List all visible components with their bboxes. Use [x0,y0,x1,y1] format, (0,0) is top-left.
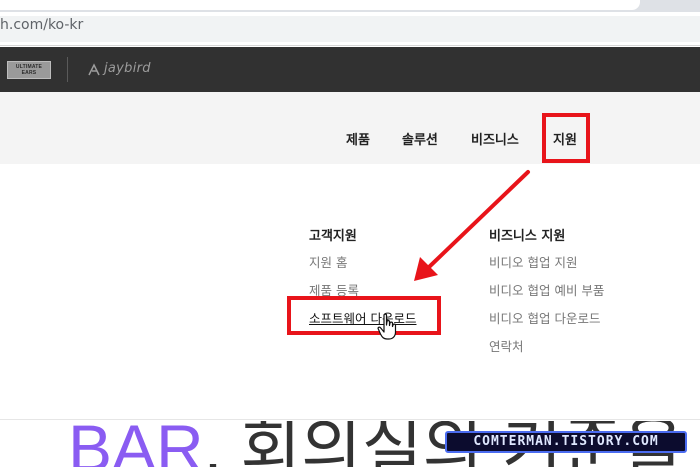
browser-tab-strip [0,0,700,12]
nav-solutions[interactable]: 솔루션 [402,129,438,148]
link-video-collab-parts[interactable]: 비디오 협업 예비 부품 [489,280,604,299]
main-nav: 제품 솔루션 비즈니스 지원 [0,92,700,164]
nav-products[interactable]: 제품 [346,129,370,148]
link-video-collab-download[interactable]: 비디오 협업 다운로드 [489,308,600,327]
nav-business[interactable]: 비즈니스 [471,129,519,148]
watermark-badge: COMTERMAN.TISTORY.COM [445,431,687,453]
hand-cursor-icon [377,313,397,340]
support-dropdown: 고객지원 지원 홈 제품 등록 소프트웨어 다운로드 비즈니스 지원 비디오 협… [0,164,700,420]
brand-bar: ULTIMATE EARS jaybird [0,47,700,92]
highlight-box-support [542,113,590,163]
jaybird-logo-text[interactable]: jaybird [104,61,151,76]
customer-support-heading: 고객지원 [309,229,357,244]
highlight-box-software-download [287,296,441,335]
ue-logo-line2: EARS [21,70,37,76]
ultimate-ears-logo[interactable]: ULTIMATE EARS [7,61,51,79]
link-support-home[interactable]: 지원 홈 [309,252,347,271]
business-support-heading: 비즈니스 지원 [489,229,566,244]
address-field[interactable] [0,16,700,42]
url-text[interactable]: h.com/ko-kr [0,17,83,33]
hero-accent: BAR [68,421,204,467]
link-contact[interactable]: 연락처 [489,336,524,355]
active-tab[interactable] [0,0,640,10]
link-video-collab-support[interactable]: 비디오 협업 지원 [489,252,577,271]
jaybird-logo-icon[interactable] [86,62,102,78]
browser-address-bar [0,12,700,46]
brand-divider [67,57,68,82]
